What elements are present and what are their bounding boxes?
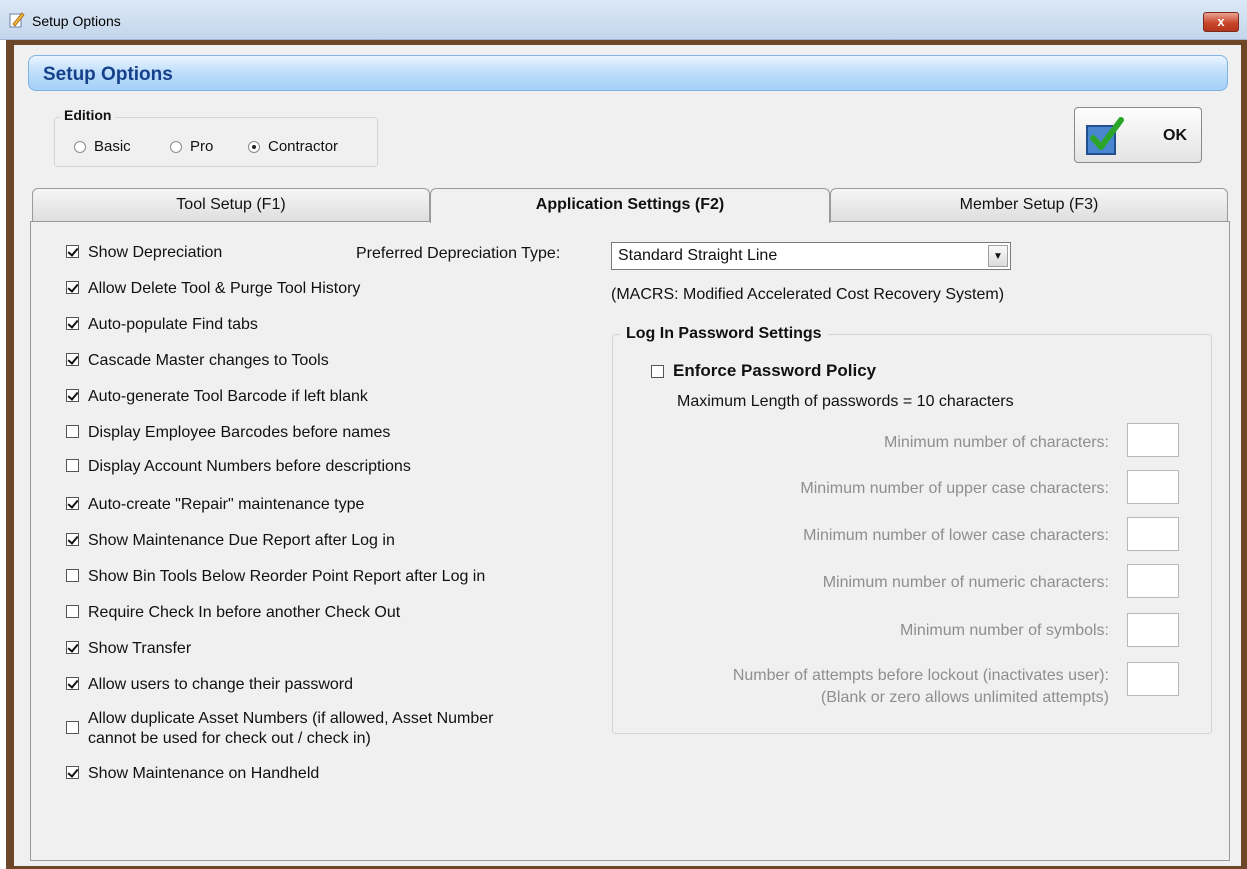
enforce-password-policy-label: Enforce Password Policy — [673, 361, 877, 380]
radio-icon — [248, 140, 260, 153]
setting-require-check-in[interactable]: Require Check In before another Check Ou… — [66, 603, 400, 623]
setting-cascade-master[interactable]: Cascade Master changes to Tools — [66, 351, 329, 371]
setting-label: Display Account Numbers before descripti… — [88, 458, 411, 475]
setting-label: Show Maintenance Due Report after Log in — [88, 532, 395, 549]
setting-show-maintenance-due[interactable]: Show Maintenance Due Report after Log in — [66, 531, 395, 551]
setting-allow-change-password[interactable]: Allow users to change their password — [66, 675, 353, 695]
setting-label-line2: cannot be used for check out / check in) — [88, 730, 371, 747]
lockout-attempts-label-line1: Number of attempts before lockout (inact… — [732, 667, 1109, 684]
tab-application-settings[interactable]: Application Settings (F2) — [430, 188, 830, 223]
depreciation-type-value: Standard Straight Line — [618, 247, 778, 264]
setting-label: Show Depreciation — [88, 244, 223, 261]
checkbox-icon — [66, 281, 79, 294]
page-title: Setup Options — [43, 64, 173, 85]
min-numeric-input[interactable] — [1127, 564, 1179, 598]
tab-member-setup[interactable]: Member Setup (F3) — [830, 188, 1228, 221]
setting-auto-create-repair[interactable]: Auto-create "Repair" maintenance type — [66, 495, 364, 515]
setting-allow-duplicate-asset[interactable]: Allow duplicate Asset Numbers (if allowe… — [66, 709, 494, 749]
lockout-attempts-label-line2: (Blank or zero allows unlimited attempts… — [820, 689, 1109, 706]
min-symbols-input[interactable] — [1127, 613, 1179, 647]
checkbox-icon — [66, 569, 79, 582]
depreciation-type-label: Preferred Depreciation Type: — [356, 245, 561, 262]
checkbox-icon — [66, 245, 79, 258]
window-title: Setup Options — [32, 13, 121, 29]
checkmark-icon — [1086, 117, 1124, 155]
lockout-attempts-input[interactable] — [1127, 662, 1179, 696]
edition-legend: Edition — [60, 107, 116, 123]
min-lower-case-label: Minimum number of lower case characters: — [803, 527, 1109, 544]
checkbox-icon — [66, 533, 79, 546]
radio-icon — [74, 140, 86, 153]
setting-label: Display Employee Barcodes before names — [88, 424, 391, 441]
setting-label: Require Check In before another Check Ou… — [88, 604, 401, 621]
setting-show-depreciation[interactable]: Show Depreciation — [66, 243, 222, 263]
setting-label: Allow users to change their password — [88, 676, 354, 693]
min-upper-case-input[interactable] — [1127, 470, 1179, 504]
setting-display-employee-barcodes[interactable]: Display Employee Barcodes before names — [66, 423, 390, 443]
setting-show-bin-tools[interactable]: Show Bin Tools Below Reorder Point Repor… — [66, 567, 485, 587]
min-symbols-label: Minimum number of symbols: — [900, 622, 1109, 639]
radio-label: Contractor — [268, 138, 339, 155]
edition-radio-contractor[interactable]: Contractor — [248, 138, 338, 155]
ok-button[interactable]: OK — [1074, 107, 1202, 163]
dropdown-arrow-icon[interactable]: ▼ — [988, 245, 1008, 267]
setting-allow-delete-tool[interactable]: Allow Delete Tool & Purge Tool History — [66, 279, 360, 299]
radio-label: Pro — [190, 138, 214, 155]
close-button[interactable]: x — [1203, 12, 1239, 32]
ok-label: OK — [1163, 127, 1187, 144]
checkbox-icon — [66, 353, 79, 366]
checkbox-icon — [66, 425, 79, 438]
min-characters-label: Minimum number of characters: — [884, 434, 1109, 451]
close-icon: x — [1217, 14, 1225, 29]
setting-label: Cascade Master changes to Tools — [88, 352, 329, 369]
checkbox-icon — [66, 317, 79, 330]
setting-label: Auto-create "Repair" maintenance type — [88, 496, 365, 513]
checkbox-icon — [66, 497, 79, 510]
setting-label: Allow duplicate Asset Numbers (if allowe… — [88, 709, 494, 749]
setting-display-account-numbers[interactable]: Display Account Numbers before descripti… — [66, 457, 411, 477]
setting-label: Show Transfer — [88, 640, 192, 657]
checkbox-icon — [66, 641, 79, 654]
checkbox-icon — [66, 721, 79, 734]
setting-show-transfer[interactable]: Show Transfer — [66, 639, 191, 659]
setting-label: Auto-populate Find tabs — [88, 316, 258, 333]
header-banner: Setup Options — [28, 55, 1228, 91]
checkbox-icon — [66, 677, 79, 690]
dialog-content: Setup Options Edition Basic Pro Contract… — [14, 45, 1241, 866]
max-length-text: Maximum Length of passwords = 10 charact… — [677, 393, 1014, 410]
lockout-attempts-label: Number of attempts before lockout (inact… — [733, 665, 1109, 709]
setting-show-maintenance-handheld[interactable]: Show Maintenance on Handheld — [66, 764, 319, 784]
app-icon — [9, 12, 25, 28]
setting-label-line1: Allow duplicate Asset Numbers (if allowe… — [88, 710, 494, 727]
edition-radio-pro[interactable]: Pro — [170, 138, 213, 155]
macrs-note: (MACRS: Modified Accelerated Cost Recove… — [611, 286, 1005, 303]
min-characters-input[interactable] — [1127, 423, 1179, 457]
min-upper-case-label: Minimum number of upper case characters: — [800, 480, 1109, 497]
password-settings-legend: Log In Password Settings — [620, 325, 828, 343]
setting-auto-populate-find[interactable]: Auto-populate Find tabs — [66, 315, 258, 335]
setting-label: Show Maintenance on Handheld — [88, 765, 320, 782]
setting-label: Show Bin Tools Below Reorder Point Repor… — [88, 568, 486, 585]
depreciation-type-select[interactable]: Standard Straight Line ▼ — [611, 242, 1011, 270]
setting-auto-generate-barcode[interactable]: Auto-generate Tool Barcode if left blank — [66, 387, 368, 407]
edition-radio-basic[interactable]: Basic — [74, 138, 131, 155]
setting-label: Allow Delete Tool & Purge Tool History — [88, 280, 361, 297]
enforce-password-policy-checkbox[interactable]: Enforce Password Policy — [651, 361, 876, 381]
radio-icon — [170, 140, 182, 153]
radio-label: Basic — [94, 138, 131, 155]
checkbox-icon — [66, 605, 79, 618]
min-numeric-label: Minimum number of numeric characters: — [822, 574, 1109, 591]
tab-tool-setup[interactable]: Tool Setup (F1) — [32, 188, 430, 221]
checkbox-icon — [66, 389, 79, 402]
min-lower-case-input[interactable] — [1127, 517, 1179, 551]
checkbox-icon — [651, 364, 664, 378]
window-title-bar: Setup Options x — [0, 0, 1247, 40]
checkbox-icon — [66, 459, 79, 472]
checkbox-icon — [66, 766, 79, 779]
setting-label: Auto-generate Tool Barcode if left blank — [88, 388, 368, 405]
